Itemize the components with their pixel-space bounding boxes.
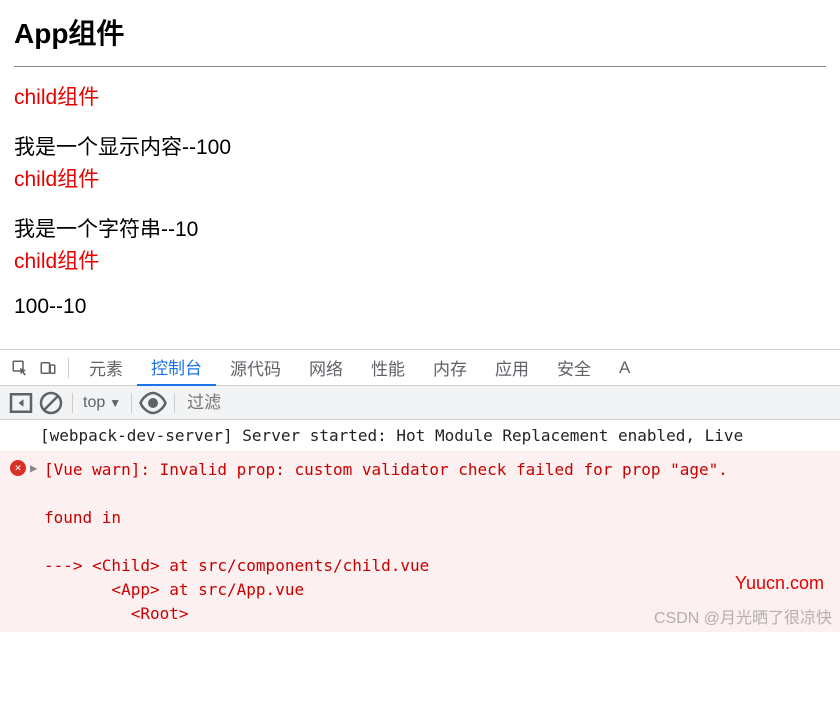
separator [174, 393, 175, 413]
expand-arrow-icon[interactable]: ▶ [30, 459, 37, 477]
error-trace-line: ---> <Child> at src/components/child.vue [44, 556, 429, 575]
live-expression-icon[interactable] [138, 388, 168, 418]
separator [68, 358, 69, 378]
page-content: App组件 child组件 我是一个显示内容--100 child组件 我是一个… [0, 0, 840, 349]
clear-console-icon[interactable] [36, 388, 66, 418]
separator [131, 393, 132, 413]
tab-network[interactable]: 网络 [295, 350, 357, 386]
device-toolbar-icon[interactable] [34, 354, 62, 382]
error-trace-line: <App> at src/App.vue [44, 580, 304, 599]
error-found-in: found in [44, 508, 121, 527]
child-content: 我是一个显示内容--100 [14, 131, 826, 161]
child-content: 100--10 [14, 295, 826, 319]
error-icon: ✕ [10, 460, 26, 476]
tab-application[interactable]: 应用 [481, 350, 543, 386]
tab-elements[interactable]: 元素 [75, 350, 137, 386]
tab-sources[interactable]: 源代码 [216, 350, 295, 386]
child-label: child组件 [14, 163, 826, 193]
app-title: App组件 [14, 12, 826, 52]
console-info-line: [webpack-dev-server] Server started: Hot… [0, 420, 840, 452]
chevron-down-icon: ▼ [109, 396, 121, 410]
toggle-drawer-icon[interactable] [6, 388, 36, 418]
component-block: 我是一个字符串--10 child组件 [14, 213, 826, 275]
filter-input[interactable] [181, 391, 301, 415]
tab-performance[interactable]: 性能 [357, 350, 419, 386]
context-select[interactable]: top ▼ [79, 392, 125, 414]
separator [72, 393, 73, 413]
context-label: top [83, 394, 105, 412]
console-output: [webpack-dev-server] Server started: Hot… [0, 420, 840, 632]
component-block: child组件 [14, 81, 826, 111]
tab-security[interactable]: 安全 [543, 350, 605, 386]
tab-memory[interactable]: 内存 [419, 350, 481, 386]
inspect-element-icon[interactable] [6, 354, 34, 382]
devtools-panel: 元素 控制台 源代码 网络 性能 内存 应用 安全 A top ▼ [0, 349, 840, 632]
component-block: 100--10 [14, 295, 826, 319]
child-label: child组件 [14, 245, 826, 275]
console-toolbar: top ▼ [0, 386, 840, 420]
devtools-tabs-row: 元素 控制台 源代码 网络 性能 内存 应用 安全 A [0, 350, 840, 386]
tab-more-cut[interactable]: A [605, 350, 634, 386]
console-error-block[interactable]: ✕ ▶ [Vue warn]: Invalid prop: custom val… [0, 452, 840, 632]
component-block: 我是一个显示内容--100 child组件 [14, 131, 826, 193]
tab-console[interactable]: 控制台 [137, 350, 216, 386]
error-body: [Vue warn]: Invalid prop: custom validat… [44, 458, 830, 626]
error-trace-line: <Root> [44, 604, 189, 623]
child-content: 我是一个字符串--10 [14, 213, 826, 243]
error-header: [Vue warn]: Invalid prop: custom validat… [44, 460, 728, 479]
divider [14, 66, 826, 67]
child-label: child组件 [14, 81, 826, 111]
